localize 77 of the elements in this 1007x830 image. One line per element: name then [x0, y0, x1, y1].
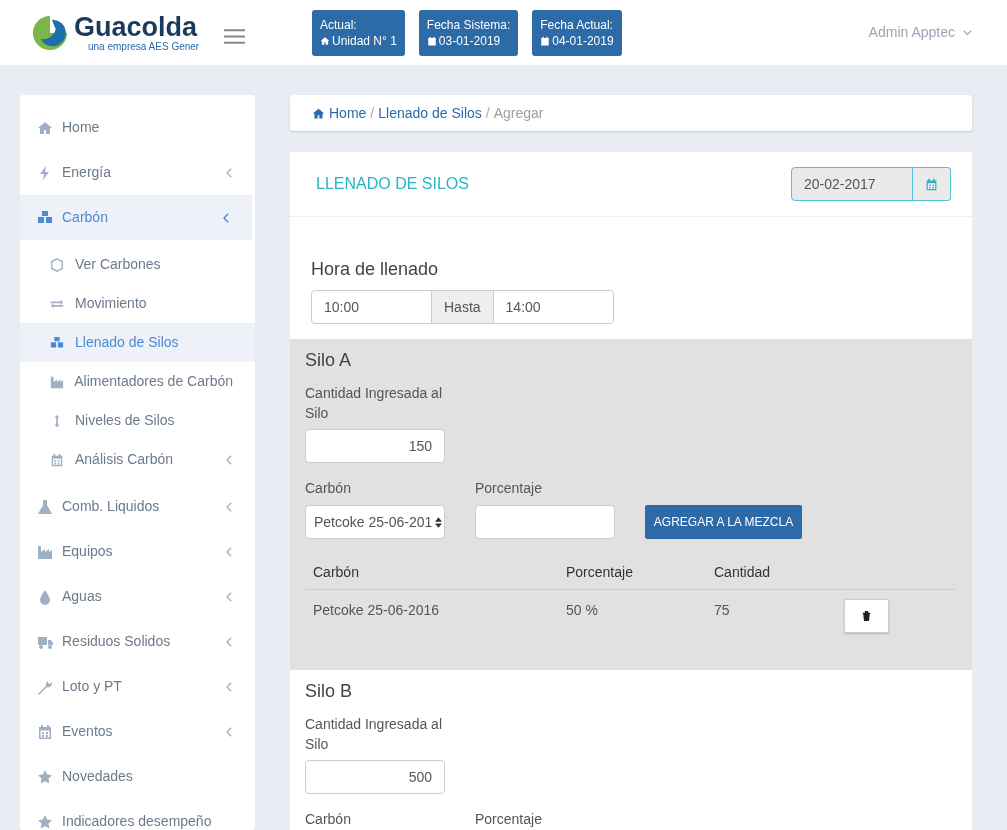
carbon-label: Carbón: [305, 810, 352, 829]
menu-icon[interactable]: [224, 29, 245, 44]
start-time-field[interactable]: 10:00: [311, 290, 432, 324]
calendar-icon: [50, 452, 64, 467]
cubes-icon: [37, 209, 53, 226]
calendar-icon: [426, 35, 437, 46]
sidebar-item[interactable]: Ver Carbones: [20, 245, 255, 284]
home-icon: [320, 35, 330, 46]
sidebar-item[interactable]: Equipos: [20, 529, 255, 574]
calendar-button[interactable]: [913, 167, 951, 201]
sidebar-item[interactable]: Alimentadores de Carbón: [20, 362, 255, 401]
sidebar-item[interactable]: Novedades: [20, 754, 255, 799]
breadcrumb-link[interactable]: Llenado de Silos: [378, 102, 482, 124]
sidebar-item[interactable]: Comb. Liquidos: [20, 484, 255, 529]
info-badge: Fecha Actual: 04-01-2019: [532, 9, 622, 56]
quantity-label: Cantidad Ingresada al Silo: [305, 384, 443, 423]
column-header: Cantidad: [714, 562, 772, 582]
star-icon: [37, 768, 53, 785]
logo-tagline: una empresa AES Gener: [87, 40, 200, 53]
home-icon: [312, 106, 325, 120]
select-arrows-icon: [435, 516, 442, 528]
breadcrumb-separator: /: [370, 103, 375, 123]
sidebar-item[interactable]: Aguas: [20, 574, 255, 619]
breadcrumb-current-page: Agregar: [493, 103, 544, 123]
drop-icon: [37, 588, 53, 605]
info-badge: Actual: Unidad N° 1: [312, 9, 405, 56]
table-cell-text: Petcoke 25-06-2016: [313, 601, 441, 620]
table-cell-text: 75: [714, 601, 731, 620]
calendar-icon: [540, 35, 551, 46]
sidebar-item[interactable]: Residuos Solidos: [20, 619, 255, 664]
carbon-select[interactable]: Petcoke 25-06-201: [305, 505, 445, 539]
factory-icon: [50, 374, 64, 389]
calendar-icon: [925, 177, 938, 191]
flask-icon: [37, 498, 53, 515]
date-field[interactable]: 20-02-2017: [791, 167, 913, 201]
sidebar-item[interactable]: Home: [20, 105, 255, 150]
percent-label: Porcentaje: [475, 479, 543, 498]
sidebar-item[interactable]: Loto y PT: [20, 664, 255, 709]
silo-title: Silo B: [305, 680, 354, 703]
sidebar-item[interactable]: Movimiento: [20, 284, 255, 323]
silo-title: Silo A: [305, 349, 353, 372]
sidebar-item[interactable]: Análisis Carbón: [20, 440, 255, 479]
quantity-field[interactable]: 150: [305, 429, 445, 463]
user-menu[interactable]: Admin Apptec: [868, 22, 972, 43]
trash-icon: [862, 611, 871, 621]
form-title: LLENADO DE SILOS: [316, 174, 469, 194]
time-label: Hora de llenado: [311, 258, 440, 281]
cubes-icon: [50, 335, 64, 350]
quantity-label: Cantidad Ingresada al Silo: [305, 715, 443, 754]
calendar-icon: [37, 723, 53, 740]
sidebar-item[interactable]: Carbón: [20, 195, 252, 240]
cube-icon: [50, 257, 64, 272]
delete-button[interactable]: [844, 599, 889, 633]
percent-label: Porcentaje: [475, 810, 543, 829]
add-to-mix-button[interactable]: AGREGAR A LA MEZCLA: [645, 505, 802, 539]
end-time-field[interactable]: 14:00: [492, 290, 614, 324]
sidebar-item[interactable]: Indicadores desempeño: [20, 799, 255, 830]
column-header: Porcentaje: [566, 562, 634, 582]
percent-field[interactable]: [475, 505, 615, 539]
breadcrumb-link[interactable]: Home: [312, 102, 367, 124]
table-cell-text: 50 %: [566, 601, 599, 620]
quantity-field[interactable]: 500: [305, 760, 445, 794]
home-icon: [37, 119, 53, 136]
sidebar-item[interactable]: Eventos: [20, 709, 255, 754]
info-badge: Fecha Sistema: 03-01-2019: [418, 9, 519, 56]
sidebar-item[interactable]: Energía: [20, 150, 255, 195]
time-joiner: Hasta: [432, 290, 493, 324]
logo-text: Guacolda: [74, 12, 199, 41]
sidebar-item[interactable]: Niveles de Silos: [20, 401, 255, 440]
star-icon: [37, 813, 53, 830]
logo-emblem-icon: [30, 13, 70, 52]
factory-icon: [37, 543, 53, 560]
breadcrumb-separator: /: [485, 103, 490, 123]
chevron-down-icon: [963, 29, 972, 36]
carbon-label: Carbón: [305, 479, 352, 498]
column-header: Carbón: [313, 562, 360, 582]
sidebar-item[interactable]: Llenado de Silos: [20, 323, 255, 362]
